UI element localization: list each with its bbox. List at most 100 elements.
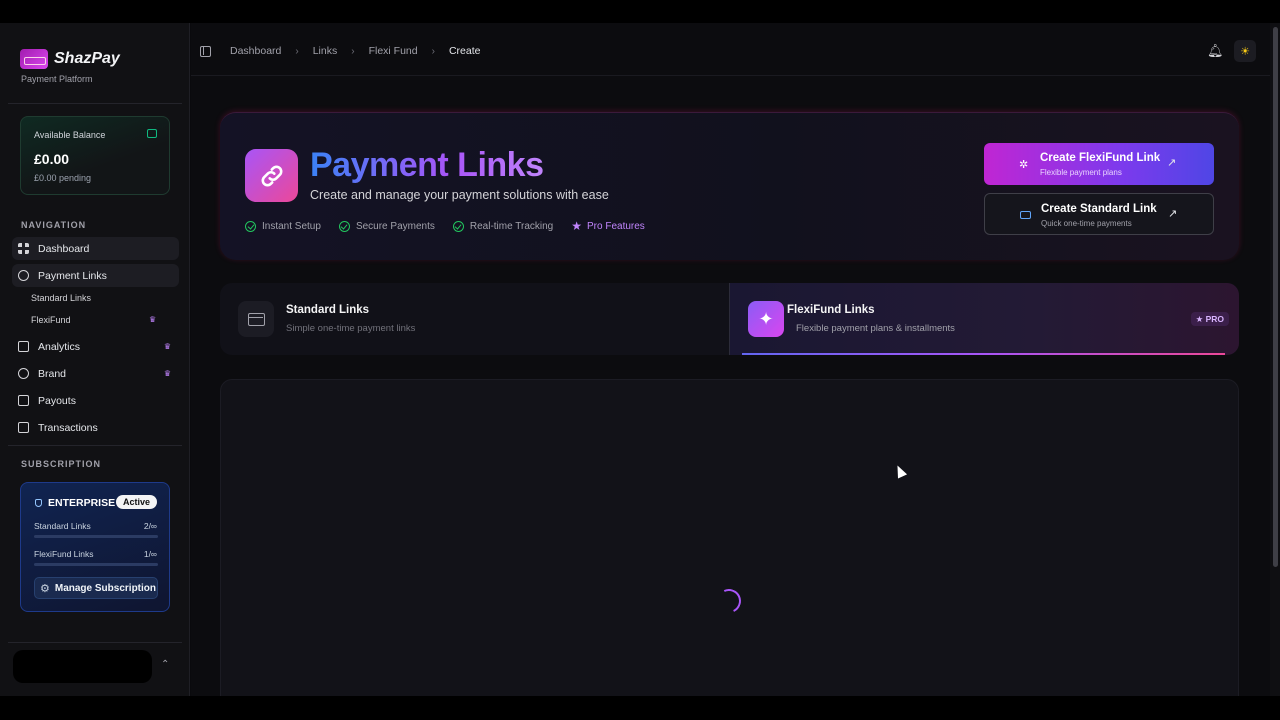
- page-subtitle: Create and manage your payment solutions…: [310, 188, 609, 202]
- sidebar-item-brand[interactable]: Brand ♛: [12, 362, 179, 385]
- sidebar-item-label: Brand: [38, 367, 67, 380]
- sparkles-icon: ✦: [748, 301, 784, 337]
- sidebar-subitem-standard-links[interactable]: Standard Links: [31, 293, 91, 303]
- tier-label: ENTERPRISE: [48, 497, 116, 509]
- check-circle-icon: [452, 220, 464, 232]
- arrow-up-right-icon: ↗: [1168, 208, 1178, 220]
- top-bar: Dashboard › Links › Flexi Fund › Create …: [191, 23, 1270, 76]
- nav-section-title: NAVIGATION: [21, 220, 87, 230]
- crown-icon: ♛: [149, 315, 157, 324]
- breadcrumb: Dashboard › Links › Flexi Fund › Create: [230, 45, 480, 57]
- sparkles-icon: ✲: [1019, 159, 1029, 171]
- crown-icon: ♛: [163, 342, 171, 351]
- sidebar-toggle-icon[interactable]: [200, 46, 211, 57]
- sidebar: ShazPay Payment Platform Available Balan…: [0, 23, 190, 696]
- tab-subtitle: Simple one-time payment links: [286, 323, 416, 334]
- flexi-usage-bar: [34, 563, 158, 566]
- check-circle-icon: [338, 220, 350, 232]
- standard-usage-label: Standard Links: [34, 521, 91, 531]
- scrollbar-thumb[interactable]: [1273, 27, 1278, 567]
- tab-standard-links[interactable]: Standard Links Simple one-time payment l…: [220, 283, 729, 355]
- create-standard-link-button[interactable]: Create Standard Link Quick one-time paym…: [984, 193, 1214, 235]
- gear-icon: ⚙: [40, 582, 50, 595]
- page-title: Payment Links: [310, 146, 544, 184]
- sidebar-item-label: Payment Links: [38, 269, 107, 282]
- sidebar-item-payouts[interactable]: Payouts: [12, 389, 179, 412]
- feature-item: Secure Payments: [338, 220, 435, 232]
- divider: [8, 103, 182, 104]
- brand[interactable]: ShazPay: [20, 49, 120, 69]
- button-title: Create FlexiFund Link: [1040, 152, 1161, 164]
- standard-usage-bar: [34, 535, 158, 538]
- create-flexifund-link-button[interactable]: ✲ Create FlexiFund Link Flexible payment…: [984, 143, 1214, 185]
- card-icon-box: [238, 301, 274, 337]
- breadcrumb-create: Create: [448, 45, 481, 57]
- status-badge: Active: [115, 495, 157, 509]
- feature-label: Real-time Tracking: [469, 220, 554, 232]
- link-type-tabs: Standard Links Simple one-time payment l…: [220, 283, 1239, 355]
- feature-item: Real-time Tracking: [452, 220, 554, 232]
- tab-title: Standard Links: [286, 304, 370, 316]
- card-icon: [247, 312, 265, 326]
- main-content: Dashboard › Links › Flexi Fund › Create …: [191, 23, 1270, 696]
- feature-item: Instant Setup: [245, 220, 321, 232]
- sidebar-item-analytics[interactable]: Analytics ♛: [12, 335, 179, 358]
- sidebar-item-label: Payouts: [38, 394, 76, 407]
- subscription-card: ENTERPRISE Active Standard Links 2/∞ Fle…: [20, 482, 170, 612]
- user-menu-button[interactable]: [13, 650, 152, 683]
- shield-icon: [35, 499, 42, 507]
- pro-badge: ★ PRO: [1190, 312, 1229, 326]
- button-subtitle: Quick one-time payments: [1041, 219, 1132, 228]
- feature-label: Pro Features: [587, 220, 645, 232]
- subscription-tier: ENTERPRISE: [35, 497, 115, 509]
- banknote-icon: [18, 422, 29, 433]
- sidebar-subitem-flexifund[interactable]: FlexiFund: [31, 315, 71, 325]
- brand-subtitle: Payment Platform: [21, 74, 93, 84]
- brand-name: ShazPay: [54, 50, 120, 67]
- brand-logo-icon: [20, 49, 48, 69]
- tab-subtitle: Flexible payment plans & installments: [796, 323, 955, 334]
- star-icon: ★: [571, 219, 582, 233]
- check-circle-icon: [245, 220, 256, 232]
- manage-subscription-label: Manage Subscription: [54, 582, 156, 594]
- balance-label: Available Balance: [34, 130, 106, 140]
- link-icon: [18, 270, 29, 281]
- pro-badge-label: PRO: [1205, 314, 1224, 324]
- palette-icon: [18, 368, 29, 379]
- flexi-usage-label: FlexiFund Links: [34, 549, 94, 559]
- manage-subscription-button[interactable]: ⚙ Manage Subscription: [34, 577, 158, 599]
- chevron-right-icon: ›: [295, 45, 299, 57]
- sidebar-item-payment-links[interactable]: Payment Links: [12, 264, 179, 287]
- standard-usage-value: 2/∞: [143, 521, 157, 531]
- divider: [8, 445, 182, 446]
- app-window: ShazPay Payment Platform Available Balan…: [0, 23, 1280, 696]
- card-icon: [18, 395, 29, 406]
- subscription-section-title: SUBSCRIPTION: [21, 459, 102, 469]
- theme-toggle-button[interactable]: ☀: [1234, 40, 1256, 62]
- sidebar-item-transactions[interactable]: Transactions: [12, 416, 179, 439]
- chevron-up-icon[interactable]: ⌃: [161, 659, 169, 670]
- chevron-right-icon: ›: [431, 45, 435, 57]
- button-title: Create Standard Link: [1041, 203, 1157, 215]
- form-container: [220, 379, 1239, 696]
- link-icon: [245, 149, 298, 202]
- breadcrumb-links[interactable]: Links: [313, 45, 338, 57]
- sidebar-item-label: Transactions: [38, 421, 98, 434]
- arrow-up-right-icon: ↗: [1167, 157, 1177, 169]
- tab-flexifund-links[interactable]: ✦ FlexiFund Links Flexible payment plans…: [729, 283, 1239, 355]
- sidebar-item-dashboard[interactable]: Dashboard: [12, 237, 179, 260]
- breadcrumb-dashboard[interactable]: Dashboard: [230, 45, 281, 57]
- chart-icon: [18, 341, 29, 352]
- active-tab-indicator: [742, 353, 1225, 355]
- scrollbar[interactable]: [1270, 23, 1280, 696]
- feature-label: Secure Payments: [355, 220, 435, 232]
- balance-card: Available Balance £0.00 £0.00 pending: [20, 116, 170, 195]
- crown-icon: ♛: [163, 369, 171, 378]
- breadcrumb-flexi-fund[interactable]: Flexi Fund: [369, 45, 418, 57]
- sun-icon: ☀: [1240, 45, 1250, 58]
- button-subtitle: Flexible payment plans: [1040, 168, 1122, 177]
- sidebar-item-label: Dashboard: [38, 242, 90, 255]
- flexi-usage-value: 1/∞: [143, 549, 157, 559]
- bell-icon[interactable]: 🔔︎: [1207, 43, 1224, 59]
- chevron-right-icon: ›: [351, 45, 355, 57]
